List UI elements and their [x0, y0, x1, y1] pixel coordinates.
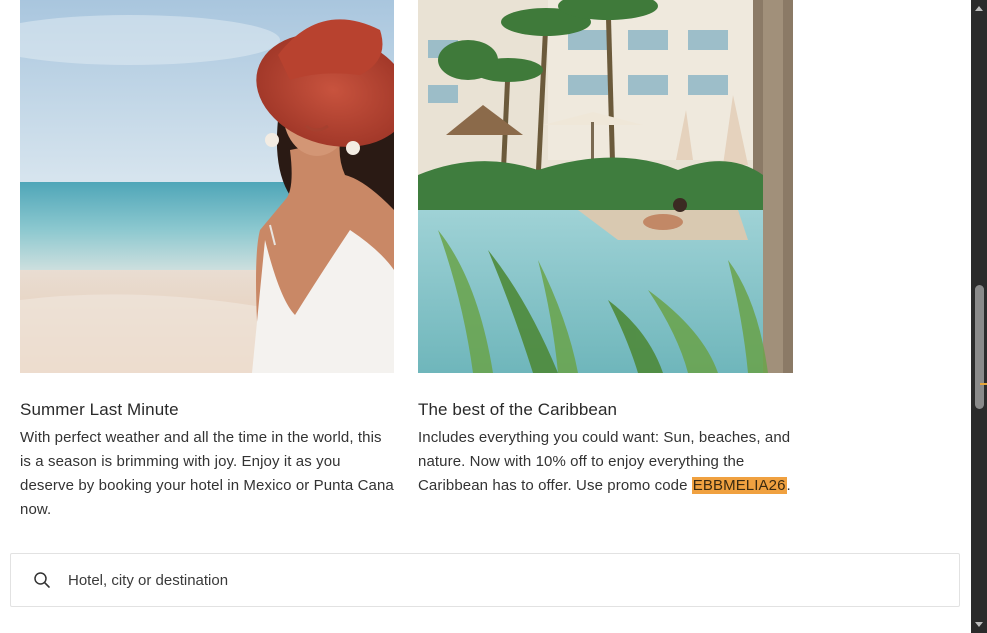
card-description: Includes everything you could want: Sun,…: [418, 426, 793, 498]
scroll-down-arrow-icon[interactable]: [971, 617, 987, 633]
summer-beach-image[interactable]: [20, 0, 394, 373]
scrollbar-thumb[interactable]: [975, 285, 984, 409]
destination-search-bar[interactable]: [10, 553, 960, 607]
card-description-end: .: [786, 477, 791, 494]
card-title[interactable]: The best of the Caribbean: [418, 400, 793, 420]
card-description: With perfect weather and all the time in…: [20, 429, 394, 518]
scroll-up-arrow-icon[interactable]: [971, 0, 987, 16]
promo-card-summer[interactable]: Summer Last Minute With perfect weather …: [20, 0, 394, 522]
card-title[interactable]: Summer Last Minute: [20, 400, 394, 420]
scroll-position-marker: [980, 383, 987, 385]
vertical-scrollbar[interactable]: [971, 0, 987, 633]
page-content: Summer Last Minute With perfect weather …: [0, 0, 971, 633]
promo-card-caribbean[interactable]: The best of the Caribbean Includes every…: [418, 0, 793, 498]
destination-search-input[interactable]: [68, 565, 959, 595]
caribbean-resort-image[interactable]: [418, 0, 793, 373]
promo-code: EBBMELIA26: [691, 477, 787, 494]
search-icon: [33, 571, 51, 589]
